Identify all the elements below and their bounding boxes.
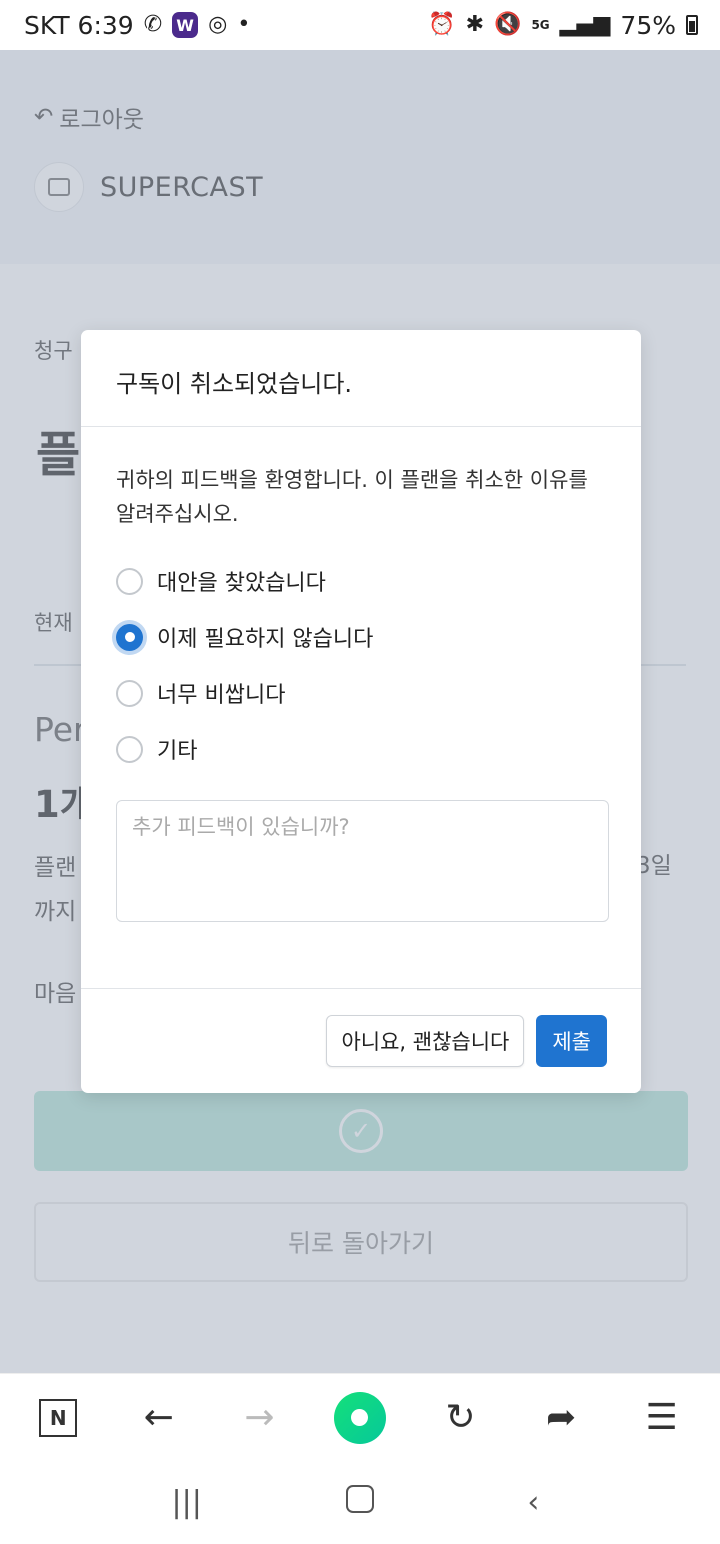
back-nav-icon[interactable]: ‹ <box>503 1485 563 1520</box>
refresh-icon[interactable]: ↻ <box>429 1386 493 1450</box>
status-bar-right: ⏰ ✱ 🔇 5G ▂▄▆ 75% <box>428 11 698 40</box>
bluetooth-icon: ✱ <box>465 12 485 37</box>
modal-title: 구독이 취소되었습니다. <box>116 370 353 398</box>
modal-header: 구독이 취소되었습니다. <box>81 330 641 427</box>
submit-button[interactable]: 제출 <box>536 1015 607 1067</box>
w-app-icon: W <box>172 12 199 38</box>
modal-body: 귀하의 피드백을 환영합니다. 이 플랜을 취소한 이유를 알려주십시오. 대안… <box>81 427 641 922</box>
radio-button[interactable] <box>116 679 143 707</box>
cancellation-feedback-modal: 구독이 취소되었습니다. 귀하의 피드백을 환영합니다. 이 플랜을 취소한 이… <box>81 330 641 1093</box>
home-icon <box>345 1484 374 1513</box>
reason-option-other[interactable]: 기타 <box>116 721 608 777</box>
status-bar-left: SKT 6:39 ✆ W ◎ • <box>24 11 250 40</box>
reason-option-no-longer-needed[interactable]: 이제 필요하지 않습니다 <box>116 609 608 665</box>
wifi-call-icon: ✆ <box>143 12 163 37</box>
recent-apps-icon[interactable]: ||| <box>157 1485 217 1520</box>
browser-toolbar: N ← → ↻ ➦ ☰ <box>0 1373 720 1461</box>
green-dot-icon <box>333 1391 386 1444</box>
forward-arrow-icon[interactable]: → <box>227 1386 291 1450</box>
additional-feedback-input[interactable] <box>116 800 609 922</box>
no-thanks-button[interactable]: 아니요, 괜찮습니다 <box>326 1015 525 1067</box>
naver-n-icon: N <box>39 1398 78 1437</box>
naver-home-button[interactable]: N <box>26 1386 90 1450</box>
reason-label: 너무 비쌉니다 <box>157 683 286 708</box>
network-type: 5G <box>531 18 550 32</box>
reason-label: 대안을 찾았습니다 <box>157 571 326 596</box>
signal-icon: ▂▄▆ <box>559 12 611 37</box>
reason-option-alternative[interactable]: 대안을 찾았습니다 <box>116 553 608 609</box>
home-nav-button[interactable] <box>330 1484 390 1521</box>
battery-icon <box>686 15 698 35</box>
back-arrow-icon[interactable]: ← <box>127 1386 191 1450</box>
reason-label: 기타 <box>157 739 198 764</box>
modal-intro: 귀하의 피드백을 환영합니다. 이 플랜을 취소한 이유를 알려주십시오. <box>116 468 588 526</box>
green-dot-button[interactable] <box>328 1386 392 1450</box>
reason-option-too-expensive[interactable]: 너무 비쌉니다 <box>116 665 608 721</box>
radio-button[interactable] <box>116 567 143 595</box>
instagram-icon: ◎ <box>208 12 228 37</box>
reason-options: 대안을 찾았습니다 이제 필요하지 않습니다 너무 비쌉니다 기타 <box>116 553 608 777</box>
modal-footer: 아니요, 괜찮습니다 제출 <box>81 988 641 1093</box>
menu-icon[interactable]: ☰ <box>630 1386 694 1450</box>
more-notifications-icon: • <box>237 12 251 37</box>
carrier-time: SKT 6:39 <box>24 10 134 40</box>
mute-icon: 🔇 <box>494 12 522 37</box>
status-bar: SKT 6:39 ✆ W ◎ • ⏰ ✱ 🔇 5G ▂▄▆ 75% <box>0 0 720 50</box>
battery-percent: 75% <box>620 10 676 40</box>
alarm-icon: ⏰ <box>428 12 456 37</box>
radio-button-selected[interactable] <box>116 623 143 651</box>
share-icon[interactable]: ➦ <box>529 1386 593 1450</box>
system-nav-bar: ||| ‹ <box>0 1461 720 1544</box>
reason-label: 이제 필요하지 않습니다 <box>157 627 374 652</box>
radio-button[interactable] <box>116 735 143 763</box>
